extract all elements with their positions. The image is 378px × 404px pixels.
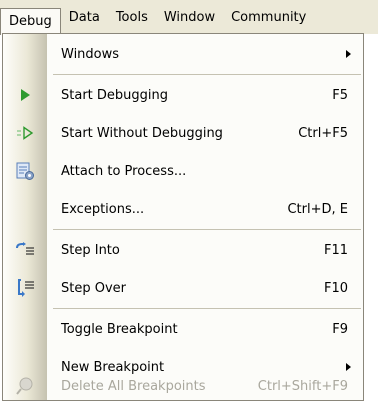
menu-item-label: Step Over [61, 280, 126, 296]
delete-breakpoints-icon [15, 376, 35, 396]
menu-item-step-into[interactable]: Step Into F11 [3, 231, 363, 269]
menu-item-start-without-debugging[interactable]: Start Without Debugging Ctrl+F5 [3, 114, 363, 152]
menu-item-toggle-breakpoint[interactable]: Toggle Breakpoint F9 [3, 310, 363, 348]
menu-item-shortcut: Ctrl+D, E [287, 201, 348, 217]
submenu-arrow-icon [346, 50, 351, 58]
menu-item-label: Toggle Breakpoint [61, 321, 178, 337]
menu-item-label: Step Into [61, 242, 120, 258]
menu-separator [53, 229, 361, 230]
menu-item-label: New Breakpoint [61, 359, 165, 375]
menu-item-shortcut: Ctrl+Shift+F9 [257, 379, 348, 394]
menu-item-shortcut: F9 [332, 321, 348, 337]
menu-window[interactable]: Window [156, 4, 223, 30]
menu-tools[interactable]: Tools [108, 4, 156, 30]
menu-item-label: Exceptions... [61, 201, 145, 217]
debug-dropdown-menu: Windows Start Debugging F5 Start Without… [2, 33, 364, 401]
menu-separator [53, 74, 361, 75]
menu-data[interactable]: Data [61, 4, 108, 30]
menu-item-exceptions[interactable]: Exceptions... Ctrl+D, E [3, 190, 363, 228]
menu-item-delete-all-breakpoints: Delete All Breakpoints Ctrl+Shift+F9 [3, 377, 363, 400]
submenu-arrow-icon [346, 363, 351, 371]
menu-item-label: Start Without Debugging [61, 125, 223, 141]
menu-bar: Debug Data Tools Window Community [0, 0, 378, 35]
menu-item-label: Delete All Breakpoints [61, 379, 206, 394]
menu-item-shortcut: Ctrl+F5 [298, 125, 348, 141]
menu-item-label: Start Debugging [61, 87, 168, 103]
menu-item-shortcut: F11 [323, 242, 348, 258]
menu-item-label: Attach to Process... [61, 163, 187, 179]
menu-community[interactable]: Community [223, 4, 314, 30]
menu-item-shortcut: F10 [323, 280, 348, 296]
menu-item-step-over[interactable]: Step Over F10 [3, 269, 363, 307]
attach-process-icon [15, 161, 35, 181]
menu-item-attach-to-process[interactable]: Attach to Process... [3, 152, 363, 190]
step-into-icon [15, 240, 35, 260]
menu-item-shortcut: F5 [332, 87, 348, 103]
play-outline-icon [15, 123, 35, 143]
menu-separator [53, 308, 361, 309]
menu-debug[interactable]: Debug [0, 7, 61, 35]
step-over-icon [15, 278, 35, 298]
play-icon [15, 85, 35, 105]
menu-item-windows[interactable]: Windows [3, 35, 363, 73]
menu-item-start-debugging[interactable]: Start Debugging F5 [3, 76, 363, 114]
menu-item-label: Windows [61, 46, 120, 62]
